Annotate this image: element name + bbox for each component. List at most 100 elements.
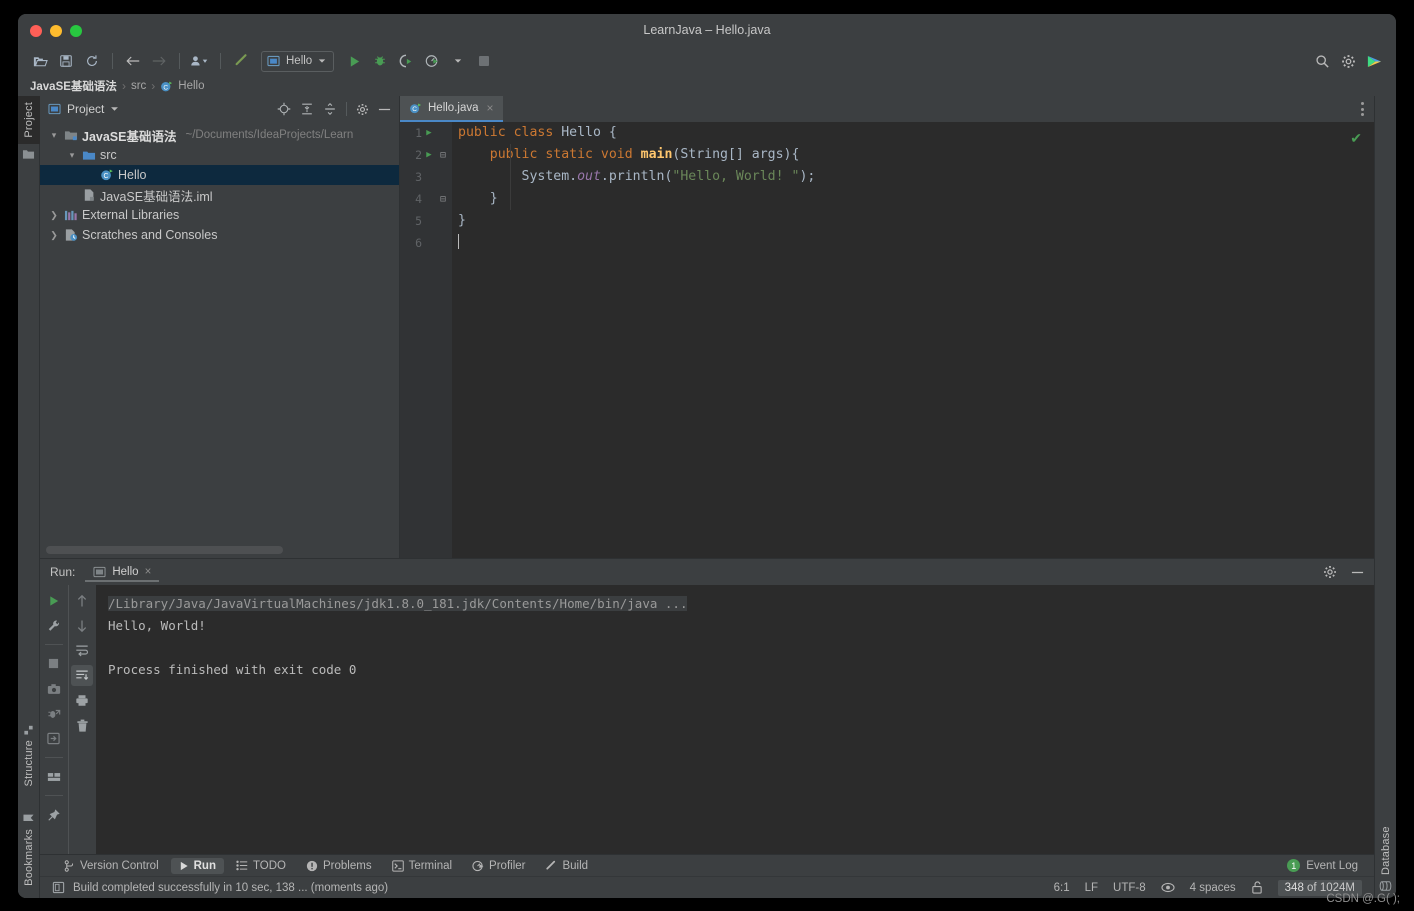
chevron-right-icon-scratches[interactable]: ❯	[48, 230, 60, 241]
run-with-coverage-icon[interactable]	[394, 50, 418, 72]
gutter-fold-icon[interactable]: ⊟	[436, 150, 450, 161]
scroll-from-source-icon[interactable]	[277, 102, 291, 116]
tree-row-src[interactable]: ▾ src	[40, 145, 399, 165]
window-controls[interactable]	[30, 25, 82, 37]
layout-icon[interactable]	[43, 766, 65, 787]
profiler-icon[interactable]	[420, 50, 444, 72]
run-tab-hello[interactable]: Hello ×	[85, 563, 160, 582]
hide-run-panel-icon[interactable]	[1351, 570, 1364, 575]
gutter-run-icon[interactable]: ▶	[422, 128, 436, 138]
rerun-icon[interactable]	[43, 590, 65, 611]
tree-row-hello[interactable]: C Hello	[40, 165, 399, 185]
trash-icon[interactable]	[71, 715, 93, 736]
tool-window-profiler[interactable]: Profiler	[464, 858, 533, 874]
tool-window-build[interactable]: Build	[537, 858, 596, 874]
gear-icon[interactable]	[1336, 50, 1360, 72]
idea-logo-icon[interactable]	[1362, 50, 1386, 72]
lock-icon[interactable]	[1251, 881, 1263, 894]
save-all-icon[interactable]	[54, 50, 78, 72]
project-settings-gear-icon[interactable]	[356, 103, 369, 116]
sidebar-item-bookmarks[interactable]: Bookmarks	[23, 806, 35, 892]
rail-project-active[interactable]: Project	[18, 96, 40, 144]
expand-all-icon[interactable]	[300, 102, 314, 116]
tool-window-todo[interactable]: TODO	[228, 858, 294, 874]
tool-window-version-control[interactable]: Version Control	[56, 858, 167, 874]
wrench-icon[interactable]	[43, 615, 65, 636]
event-log-label[interactable]: Event Log	[1306, 860, 1358, 872]
tool-window-terminal[interactable]: Terminal	[384, 858, 460, 874]
line-separator[interactable]: LF	[1085, 882, 1098, 894]
reader-mode-eye-icon[interactable]	[1161, 882, 1175, 893]
breadcrumb-project[interactable]: JavaSE基础语法	[30, 78, 117, 94]
close-run-tab-icon[interactable]: ×	[145, 566, 152, 578]
gutter-fold-icon-2[interactable]: ⊟	[436, 194, 450, 205]
run-settings-gear-icon[interactable]	[1323, 565, 1337, 579]
status-build-icon[interactable]	[52, 881, 65, 894]
print-icon[interactable]	[71, 690, 93, 711]
caret-position[interactable]: 6:1	[1054, 882, 1070, 894]
event-log-group[interactable]: 1 Event Log	[1287, 859, 1358, 872]
console-line-exit: Process finished with exit code 0	[108, 662, 357, 677]
stop-icon[interactable]	[43, 653, 65, 674]
run-configuration-selector[interactable]: Hello	[261, 50, 335, 72]
window-title: LearnJava – Hello.java	[643, 23, 771, 37]
soft-wrap-icon[interactable]	[71, 640, 93, 661]
tree-row-external-libraries[interactable]: ❯ External Libraries	[40, 205, 399, 225]
collapse-all-icon[interactable]	[323, 102, 337, 116]
file-encoding[interactable]: UTF-8	[1113, 882, 1146, 894]
tab-hello-java[interactable]: C Hello.java ×	[400, 96, 503, 122]
sidebar-item-project[interactable]: Project	[23, 96, 35, 144]
chevron-down-icon-src[interactable]: ▾	[66, 150, 78, 161]
sync-icon[interactable]	[80, 50, 104, 72]
gutter-run-method-icon[interactable]: ▶	[422, 150, 436, 160]
profile-icon[interactable]	[188, 50, 212, 72]
import-icon[interactable]	[43, 728, 65, 749]
stop-icon[interactable]	[472, 50, 496, 72]
inspection-status-icon[interactable]: ✔	[1350, 130, 1362, 147]
indent-setting[interactable]: 4 spaces	[1190, 882, 1236, 894]
project-rail-icon[interactable]	[22, 148, 35, 160]
arrow-up-icon[interactable]	[71, 590, 93, 611]
hide-panel-icon[interactable]	[378, 107, 391, 112]
tool-window-run[interactable]: Run	[170, 857, 224, 874]
camera-icon[interactable]	[43, 678, 65, 699]
tree-row-project[interactable]: ▾ JavaSE基础语法 ~/Documents/IdeaProjects/Le…	[40, 125, 399, 145]
sidebar-item-structure[interactable]: Structure	[23, 718, 35, 792]
tool-window-problems[interactable]: Problems	[298, 858, 380, 874]
arrow-down-icon[interactable]	[71, 615, 93, 636]
profiler-dropdown-icon[interactable]	[446, 50, 470, 72]
project-horizontal-scrollbar-track[interactable]	[40, 544, 399, 558]
open-project-icon[interactable]	[28, 50, 52, 72]
pin-icon[interactable]	[43, 804, 65, 825]
chevron-down-icon[interactable]: ▾	[48, 130, 60, 141]
run-console-output[interactable]: /Library/Java/JavaVirtualMachines/jdk1.8…	[96, 585, 1374, 854]
scroll-to-end-icon[interactable]	[71, 665, 94, 686]
minimize-window-button[interactable]	[50, 25, 62, 37]
maximize-window-button[interactable]	[70, 25, 82, 37]
breadcrumb-src[interactable]: src	[131, 80, 146, 92]
project-horizontal-scrollbar-thumb[interactable]	[46, 546, 284, 554]
sidebar-item-database[interactable]: Database	[1380, 100, 1392, 898]
code-content[interactable]: public class Hello { public static void …	[452, 122, 1374, 558]
chevron-right-icon-libs[interactable]: ❯	[48, 210, 60, 221]
search-icon[interactable]	[1310, 50, 1334, 72]
build-hammer-icon[interactable]	[229, 50, 253, 72]
tree-row-iml[interactable]: JavaSE基础语法.iml	[40, 185, 399, 205]
gutter-line: 3	[400, 166, 452, 188]
run-icon[interactable]	[342, 50, 366, 72]
console-line-command: /Library/Java/JavaVirtualMachines/jdk1.8…	[108, 593, 1374, 615]
project-dropdown-icon[interactable]	[110, 106, 119, 112]
back-icon[interactable]	[121, 50, 145, 72]
close-window-button[interactable]	[30, 25, 42, 37]
breadcrumb-class[interactable]: Hello	[178, 80, 204, 92]
close-tab-icon[interactable]: ×	[487, 101, 494, 115]
tree-row-scratches[interactable]: ❯ Scratches and Consoles	[40, 225, 399, 245]
forward-icon[interactable]	[147, 50, 171, 72]
svg-text:C: C	[164, 84, 169, 91]
code-editor[interactable]: 1 ▶ 2 ▶ ⊟ 3 4 ⊟ 5 6 public class Hello { pub…	[400, 122, 1374, 558]
editor-gutter[interactable]: 1 ▶ 2 ▶ ⊟ 3 4 ⊟ 5 6	[400, 122, 452, 558]
editor-options-kebab-icon[interactable]	[1361, 102, 1364, 116]
debug-export-icon[interactable]	[43, 703, 65, 724]
project-tree[interactable]: ▾ JavaSE基础语法 ~/Documents/IdeaProjects/Le…	[40, 122, 399, 544]
debug-icon[interactable]	[368, 50, 392, 72]
